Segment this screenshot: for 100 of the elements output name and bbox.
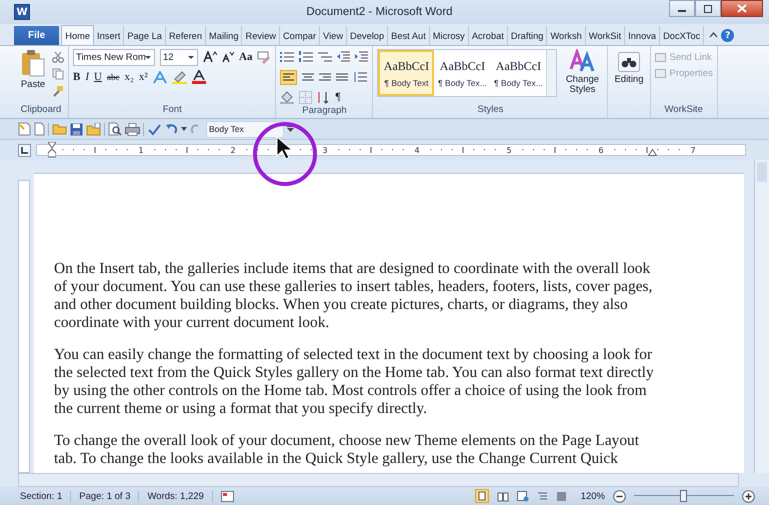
group-label: WorkSite [663,104,704,117]
tab-selector-icon[interactable] [18,144,31,156]
print-layout-icon[interactable] [474,489,489,503]
section-indicator[interactable]: Section: 1 [20,490,72,502]
highlight-circle [252,121,318,187]
dropdown-arrow-icon[interactable] [181,127,187,131]
web-layout-icon[interactable] [516,490,529,502]
font-style-button[interactable]: U [94,71,102,83]
shading-icon[interactable] [280,90,294,104]
ruler-number: 6 [598,146,604,154]
ruler-number: 5 [506,146,512,154]
group-label: Clipboard [20,104,62,117]
zoom-slider-thumb[interactable] [680,490,687,502]
show-formatting-button[interactable]: ¶ [335,91,340,103]
right-indent-marker-icon[interactable] [648,149,657,156]
reading-layout-icon[interactable] [496,490,509,502]
page-indicator[interactable]: Page: 1 of 3 [79,490,140,502]
font-style-button[interactable]: abc [106,72,120,82]
outline-icon[interactable] [536,490,548,502]
mouse-pointer-icon [276,136,292,160]
ruler-number: 3 [322,146,328,154]
window-title: Document2 - Microsoft Word [305,6,454,18]
language-icon[interactable] [220,490,234,502]
justify-icon[interactable] [336,72,348,82]
highlighter-icon[interactable] [172,70,187,84]
zoom-in-icon[interactable] [742,490,755,502]
bullets-icon[interactable] [280,51,294,63]
align-left-icon[interactable] [280,70,298,84]
ruler-number: 7 [690,146,696,154]
restore-button[interactable] [695,0,721,17]
clear-formatting-icon[interactable] [257,50,272,64]
group-label: Font [162,104,183,117]
paste-button[interactable]: Paste [18,49,48,104]
font-name-dropdown[interactable]: Times New Rom [73,48,155,66]
change-case-button[interactable]: Aa [239,51,252,63]
word-app-icon[interactable]: W [14,4,30,20]
save-icon[interactable] [70,122,83,136]
group-label: Styles [476,104,504,117]
line-spacing-icon[interactable] [353,71,368,83]
font-style-button[interactable]: x² [138,71,148,83]
document-paragraph: You can easily change the formatting of selected text in the document text by choosing a look for the selected text from the Quick Styles gallery on the Home tab. You can also format text directly by using the other controls on the Home tab. Most controls offer a choice of using the look from the current theme or using a format that you specify directly. [54,346,655,418]
printer-icon[interactable] [125,122,140,136]
undo-icon[interactable] [165,123,178,135]
restore-icon [703,4,713,12]
blank-page-icon[interactable] [34,122,45,136]
close-button[interactable] [721,0,763,17]
horizontal-ruler[interactable]: 1 2 3 4 5 6 7 [36,144,746,156]
grow-font-icon[interactable] [203,51,217,63]
document-paragraph: To change the overall look of your document, choose new Theme elements on the Page Layout tab. To change the looks available in the Quick Style gallery, use the Change Current Quick [54,432,640,468]
shrink-font-icon[interactable] [222,51,234,63]
align-right-icon[interactable] [319,72,332,82]
vertical-scrollbar[interactable] [754,160,769,473]
word-count[interactable]: Words: 1,229 [147,490,213,502]
ruler-number: 1 [138,146,144,154]
numbering-icon[interactable] [299,51,314,63]
document-icon [654,68,667,79]
indent-marker-icon[interactable] [48,142,56,158]
help-icon[interactable]: ? [721,29,734,42]
align-center-icon[interactable] [302,72,314,82]
increase-indent-icon[interactable] [355,51,368,63]
zoom-out-icon[interactable] [613,490,626,502]
file-tab[interactable]: File [14,26,60,45]
binoculars-icon [618,52,640,72]
style-box[interactable]: Body Tex [206,120,284,138]
horizontal-scrollbar[interactable] [18,473,739,487]
sort-icon[interactable] [317,90,330,104]
copy-icon[interactable] [52,68,64,80]
close-icon [737,4,747,13]
font-color-icon[interactable] [192,70,206,84]
change-styles-button[interactable]: Change Styles [561,49,604,104]
new-document-icon[interactable] [18,122,31,136]
style-tile[interactable]: AaBbCcI ¶ Body Tex... [490,50,546,96]
spelling-check-icon[interactable] [147,122,162,136]
format-painter-icon[interactable] [52,85,64,97]
print-preview-icon[interactable] [108,122,122,136]
font-style-button[interactable]: B [73,71,80,83]
clipboard-icon [20,49,46,77]
style-tile[interactable]: AaBbCcI ¶ Body Text [378,50,434,96]
editing-button[interactable]: Editing [612,49,646,118]
collapse-ribbon-icon[interactable] [709,32,718,38]
zoom-level[interactable]: 120% [580,490,605,502]
draft-icon[interactable] [556,490,567,502]
ruler-number: 4 [414,146,420,154]
ruler-number: 2 [230,146,236,154]
font-style-button[interactable]: x₂ [124,71,134,83]
cut-icon[interactable] [52,51,64,63]
font-style-button[interactable]: I [85,71,90,83]
ribbon-tab[interactable]: Home [61,25,94,45]
customize-toolbar-icon[interactable] [287,126,294,132]
text-effects-icon[interactable] [152,70,167,84]
minimize-button[interactable] [669,0,695,17]
font-size-dropdown[interactable]: 12 [160,48,198,66]
document-paragraph: On the Insert tab, the galleries include items that are designed to coordinate with the overall look of your document. You can use these galleries to insert tables, headers, footers, lists, cover pages, and other document building blocks. When you create pictures, charts, or diagrams, they also coordinate with your current document look. [54,260,654,332]
decrease-indent-icon[interactable] [337,51,350,63]
document-icon [654,52,667,63]
folder-icon[interactable] [86,122,101,136]
gallery-scrollbar[interactable] [546,50,556,96]
style-tile[interactable]: AaBbCcI ¶ Body Tex... [434,50,490,96]
multilevel-list-icon[interactable] [318,51,332,63]
group-label: Paragraph [301,105,348,118]
